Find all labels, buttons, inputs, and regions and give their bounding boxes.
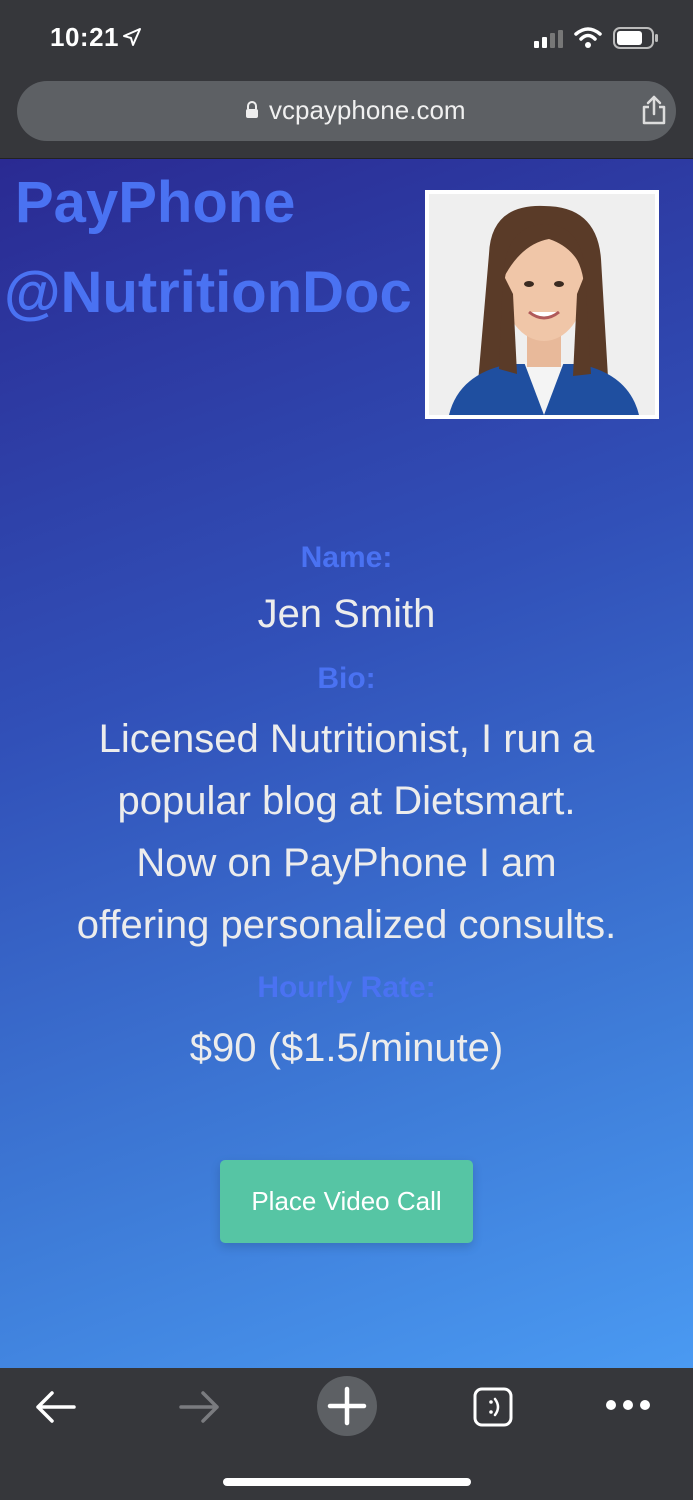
bio-text: Licensed Nutritionist, I run a popular b…	[40, 708, 653, 956]
bio-line: Now on PayPhone I am	[136, 841, 557, 885]
url-text: vcpayphone.com	[269, 95, 466, 125]
share-icon[interactable]	[641, 95, 667, 125]
tabs-icon[interactable]	[472, 1386, 514, 1428]
hourly-rate-label: Hourly Rate:	[257, 971, 436, 1004]
status-bar: 10:21	[0, 0, 693, 76]
place-video-call-button[interactable]: Place Video Call	[220, 1160, 473, 1243]
back-arrow-icon[interactable]	[34, 1390, 76, 1424]
bio-line: Licensed Nutritionist, I run a	[98, 717, 595, 761]
forward-arrow-icon[interactable]	[179, 1390, 221, 1424]
address-bar[interactable]: vcpayphone.com	[17, 81, 676, 141]
status-time: 10:21	[50, 22, 119, 52]
wifi-icon	[574, 27, 602, 48]
new-tab-plus-icon[interactable]	[316, 1375, 378, 1437]
lock-icon	[246, 101, 258, 118]
browser-address-area: vcpayphone.com	[0, 76, 693, 159]
bio-line: popular blog at Dietsmart.	[117, 779, 576, 823]
home-indicator	[223, 1478, 471, 1486]
location-arrow-icon	[123, 28, 141, 46]
woman-portrait-image	[429, 194, 655, 415]
profile-photo	[425, 190, 659, 419]
profile-page: PayPhone @NutritionDoc Name: Jen Smith B	[0, 159, 693, 1368]
cellular-signal-icon	[534, 30, 563, 48]
name-value: Jen Smith	[257, 592, 436, 636]
more-icon[interactable]	[604, 1398, 652, 1412]
bio-line: offering personalized consults.	[76, 903, 617, 947]
profile-handle: @NutritionDoc	[4, 260, 412, 325]
page-title: PayPhone	[15, 170, 296, 235]
bio-label: Bio:	[317, 662, 376, 695]
name-label: Name:	[300, 541, 393, 574]
hourly-rate-value: $90 ($1.5/minute)	[189, 1026, 504, 1070]
battery-icon	[613, 27, 658, 49]
